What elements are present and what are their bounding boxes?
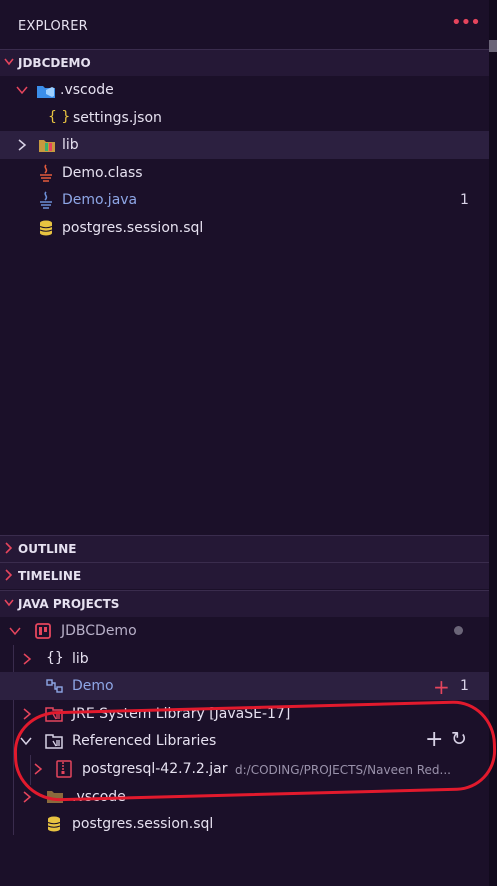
more-actions-icon[interactable]: ••• [451, 12, 481, 33]
workspace-section-header[interactable]: JDBCDEMO [0, 49, 489, 76]
library-icon [45, 707, 63, 722]
chevron-right-icon [5, 542, 13, 554]
tree-item-label: .vscode [60, 82, 114, 98]
scrollbar[interactable] [489, 0, 497, 886]
vscode-folder-icon [37, 86, 55, 98]
project-item-jre[interactable]: JRE System Library [JavaSE-17] [0, 700, 489, 728]
refresh-icon[interactable]: ↻ [451, 728, 467, 750]
chevron-right-icon [23, 653, 32, 665]
project-item-label: postgresql-42.7.2.jar [82, 761, 228, 777]
java-projects-title: JAVA PROJECTS [18, 597, 120, 611]
tree-item-postgres-sql[interactable]: postgres.session.sql [0, 214, 489, 242]
chevron-down-icon [20, 737, 32, 746]
database-icon [47, 816, 61, 832]
project-item-label: postgres.session.sql [72, 816, 214, 832]
tree-item-vscode[interactable]: .vscode [0, 76, 489, 104]
project-item-label: JRE System Library [JavaSE-17] [72, 706, 291, 722]
chevron-right-icon [23, 708, 32, 720]
tree-item-label: Demo.class [62, 165, 143, 181]
tree-item-lib[interactable]: lib [0, 131, 489, 159]
outline-section-header[interactable]: OUTLINE [0, 535, 489, 562]
library-folder-icon [39, 140, 55, 152]
project-item-label: Referenced Libraries [72, 733, 217, 749]
java-projects-section-header[interactable]: JAVA PROJECTS [0, 590, 489, 617]
java-icon [40, 164, 52, 182]
chevron-down-icon [4, 599, 14, 607]
chevron-right-icon [23, 791, 32, 803]
project-item-postgresql-jar[interactable]: postgresql-42.7.2.jar d:/CODING/PROJECTS… [0, 755, 489, 783]
problem-count-badge: 1 [460, 678, 469, 694]
tree-item-demo-class[interactable]: Demo.class [0, 159, 489, 187]
tree-item-label: settings.json [73, 110, 162, 126]
project-item-referenced-libraries[interactable]: Referenced Libraries + ↻ [0, 727, 489, 755]
workspace-name: JDBCDEMO [18, 56, 91, 70]
project-item-label: Demo [72, 678, 114, 694]
project-label: JDBCDemo [61, 623, 137, 639]
chevron-down-icon [9, 627, 21, 636]
tree-item-label: Demo.java [62, 192, 138, 208]
add-library-icon[interactable]: + [425, 727, 443, 752]
explorer-header: EXPLORER ••• [0, 0, 489, 50]
folder-icon [47, 791, 63, 803]
add-icon[interactable]: + [433, 675, 450, 699]
tree-item-label: postgres.session.sql [62, 220, 204, 236]
project-item-lib[interactable]: {} lib [0, 645, 489, 673]
project-jdbcdemo[interactable]: JDBCDemo [0, 617, 489, 645]
class-icon [46, 679, 63, 693]
project-item-postgres-sql[interactable]: postgres.session.sql [0, 810, 489, 838]
database-icon [39, 220, 53, 236]
explorer-title: EXPLORER [18, 19, 88, 34]
library-icon [45, 734, 63, 749]
project-icon [35, 623, 51, 639]
package-braces-icon: {} [46, 650, 64, 666]
chevron-down-icon [4, 58, 14, 66]
json-icon: { } [48, 109, 71, 125]
project-item-label: lib [72, 651, 89, 667]
chevron-right-icon [34, 763, 43, 775]
project-item-label: .vscode [72, 789, 126, 805]
java-icon [40, 191, 52, 209]
jar-icon [56, 760, 72, 778]
chevron-down-icon [16, 86, 28, 95]
outline-title: OUTLINE [18, 542, 77, 556]
chevron-right-icon [5, 569, 13, 581]
jar-path-description: d:/CODING/PROJECTS/Naveen Red... [235, 763, 451, 777]
tree-item-label: lib [62, 137, 79, 153]
chevron-right-icon [18, 139, 27, 151]
tree-item-settings-json[interactable]: { } settings.json [0, 104, 489, 132]
timeline-title: TIMELINE [18, 569, 82, 583]
problem-count-badge: 1 [460, 192, 469, 208]
project-item-vscode[interactable]: .vscode [0, 783, 489, 811]
timeline-section-header[interactable]: TIMELINE [0, 562, 489, 589]
tree-item-demo-java[interactable]: Demo.java 1 [0, 186, 489, 214]
modified-dot-icon [454, 626, 463, 635]
project-item-demo[interactable]: Demo + 1 [0, 672, 489, 700]
